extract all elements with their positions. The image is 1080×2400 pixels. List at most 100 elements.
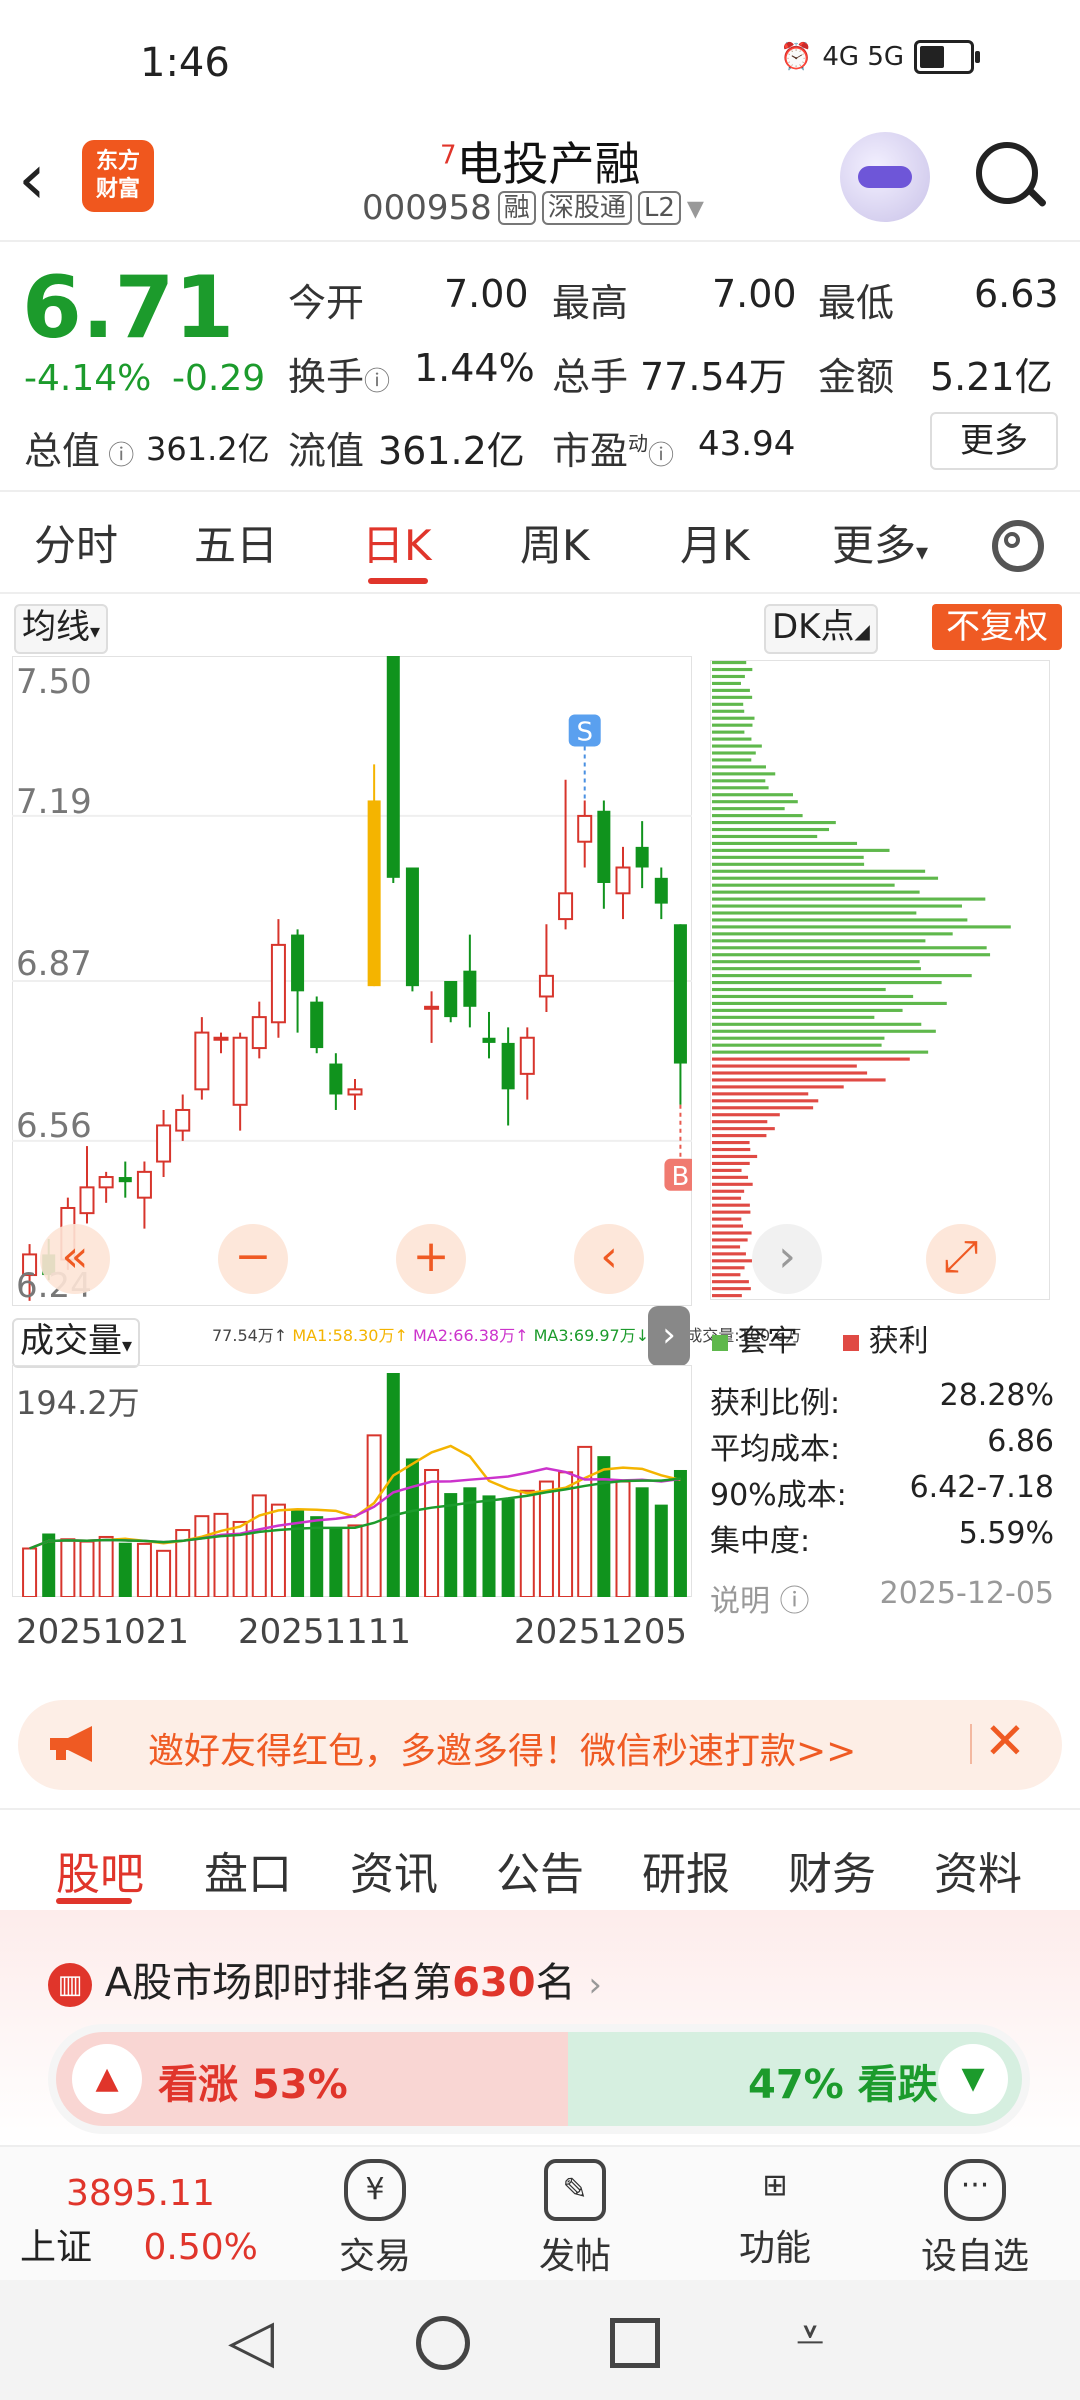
- pe-value: 43.94: [698, 424, 796, 464]
- tab-weekly-k[interactable]: 周K: [520, 512, 590, 573]
- stock-code-row[interactable]: 000958 融 深股通 L2 ▾: [362, 188, 704, 228]
- volume-bar: [156, 1549, 172, 1597]
- status-icons: ⏰ 4G 5G: [780, 40, 981, 74]
- low-value: 6.63: [974, 272, 1059, 316]
- distribution-bar: [712, 848, 890, 852]
- distribution-bar: [712, 1182, 753, 1186]
- chevron-right-icon[interactable]: ›: [648, 1306, 690, 1366]
- tab-five-day[interactable]: 五日: [194, 512, 278, 573]
- recents-icon[interactable]: [610, 2318, 660, 2368]
- distribution-bar: [712, 1113, 780, 1117]
- zoom-in-icon[interactable]: +: [396, 1224, 466, 1294]
- open-label: 今开: [288, 281, 365, 325]
- distribution-bar: [712, 800, 798, 804]
- back-arrow-icon[interactable]: ‹: [18, 144, 78, 214]
- tab-research[interactable]: 研报: [642, 1838, 730, 1902]
- chip-distribution-chart[interactable]: [710, 660, 1050, 1300]
- distribution-bar: [712, 1154, 758, 1159]
- collapse-icon[interactable]: ⩡: [796, 2306, 824, 2365]
- legend-swatch-trapped: [712, 1335, 728, 1351]
- tab-profile[interactable]: 资料: [934, 1838, 1022, 1902]
- nav-trade[interactable]: ¥ 交易: [300, 2155, 450, 2279]
- chevron-right-icon[interactable]: ›: [752, 1224, 822, 1294]
- expand-icon[interactable]: ⤢: [926, 1224, 996, 1294]
- gear-icon[interactable]: [992, 520, 1044, 572]
- distribution-bar: [712, 730, 745, 734]
- amount-label: 金额: [818, 355, 895, 399]
- candlestick-chart[interactable]: SB: [12, 656, 692, 1306]
- stock-name-superscript: 7: [440, 140, 457, 171]
- distribution-bar: [712, 1071, 868, 1075]
- zoom-out-icon[interactable]: −: [218, 1224, 288, 1294]
- tab-monthly-k[interactable]: 月K: [680, 512, 750, 573]
- assistant-robot-icon[interactable]: [840, 132, 930, 222]
- candle-body: [213, 1036, 229, 1041]
- volume-indicator-selector[interactable]: 成交量▾: [12, 1318, 141, 1368]
- more-quote-button[interactable]: 更多: [930, 412, 1058, 470]
- stat-note-row[interactable]: 说明 ⓘ 2025-12-05: [710, 1576, 1054, 1620]
- distribution-bar: [712, 821, 836, 825]
- distribution-bar: [712, 890, 920, 894]
- distribution-bar: [712, 1273, 741, 1277]
- stock-code: 000958: [362, 188, 492, 228]
- high-label: 最高: [552, 281, 629, 325]
- volume-bar: [22, 1547, 38, 1597]
- candle-body: [175, 1108, 191, 1132]
- tab-intraday[interactable]: 分时: [34, 512, 118, 573]
- distribution-bar: [712, 814, 803, 818]
- bottom-nav: 3895.11 上证 0.50% ¥ 交易 ✎ 发帖 ⊞ 功能 ··· 设自选: [0, 2145, 1080, 2282]
- y-tick-label: 6.56: [16, 1106, 92, 1146]
- candle-body: [501, 1042, 515, 1090]
- volume-bar: [79, 1540, 95, 1597]
- bullish-arrow-icon[interactable]: ▲: [72, 2044, 142, 2114]
- tab-news[interactable]: 资讯: [350, 1838, 438, 1902]
- tab-finance[interactable]: 财务: [788, 1838, 876, 1902]
- stat-row: 平均成本: 6.86: [710, 1424, 1054, 1467]
- candle-body: [538, 974, 554, 998]
- adjust-mode-button[interactable]: 不复权: [932, 604, 1062, 650]
- bearish-arrow-icon[interactable]: ▼: [938, 2044, 1008, 2114]
- market-rank[interactable]: ▥ A股市场即时排名第630名 ›: [48, 1950, 602, 2008]
- distribution-bar: [712, 681, 741, 685]
- search-icon[interactable]: [976, 142, 1038, 204]
- nav-post[interactable]: ✎ 发帖: [500, 2155, 650, 2279]
- distribution-bar: [712, 793, 793, 797]
- tab-forum[interactable]: 股吧: [56, 1838, 144, 1902]
- tab-announcements[interactable]: 公告: [496, 1838, 584, 1902]
- dk-point-selector[interactable]: DK点◢: [764, 604, 878, 654]
- previous-icon[interactable]: ‹: [574, 1224, 644, 1294]
- candle-body: [635, 846, 649, 868]
- back-icon[interactable]: ◁: [228, 2306, 274, 2376]
- divider: [0, 592, 1080, 594]
- tab-more[interactable]: 更多▾: [832, 512, 928, 573]
- volume-bar: [405, 1458, 419, 1597]
- float-value-label: 流值: [288, 429, 365, 473]
- distribution-bar: [712, 1210, 751, 1214]
- tab-order-book[interactable]: 盘口: [204, 1838, 292, 1902]
- distribution-bar: [712, 1099, 819, 1103]
- candle-body: [615, 866, 631, 895]
- tab-daily-k[interactable]: 日K: [362, 512, 432, 573]
- index-ticker[interactable]: 3895.11 上证 0.50%: [20, 2173, 260, 2270]
- distribution-bar: [712, 925, 1011, 929]
- scroll-left-icon[interactable]: «: [40, 1224, 110, 1294]
- app-logo[interactable]: 东方 财富: [82, 140, 154, 212]
- bearish-label: 47% 看跌: [748, 2062, 938, 2108]
- candle-body: [270, 943, 286, 1024]
- ma-selector[interactable]: 均线▾: [14, 604, 109, 654]
- candle-body: [558, 892, 574, 921]
- distribution-bar: [712, 1294, 742, 1298]
- nav-functions[interactable]: ⊞ 功能: [700, 2155, 850, 2271]
- close-icon[interactable]: ✕: [984, 1712, 1026, 1770]
- home-icon[interactable]: [416, 2316, 470, 2370]
- volume-legend-ma3: MA3:69.97万↓: [533, 1326, 650, 1345]
- promo-banner[interactable]: 邀好友得红包，多邀多得！微信秒速打款>> ✕: [18, 1700, 1062, 1790]
- sentiment-bar: ▲ 看涨 53% 47% 看跌 ▼: [48, 2024, 1030, 2134]
- distribution-bar: [712, 974, 972, 978]
- distribution-bar: [712, 765, 766, 769]
- divider: [0, 240, 1080, 242]
- distribution-bar: [712, 1050, 929, 1054]
- candle-body: [232, 1036, 248, 1106]
- nav-add-watchlist[interactable]: ··· 设自选: [900, 2155, 1050, 2279]
- candle-body: [654, 877, 668, 904]
